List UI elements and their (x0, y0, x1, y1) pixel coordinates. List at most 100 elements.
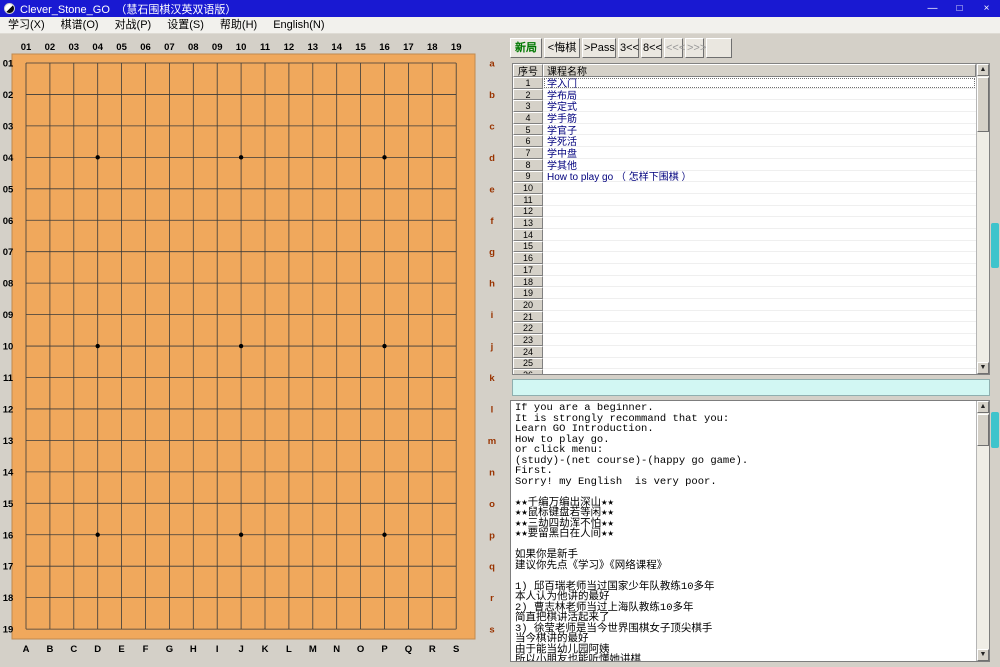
svg-text:B: B (46, 644, 53, 655)
course-name[interactable] (543, 182, 976, 194)
course-name[interactable]: 学布局 (543, 89, 976, 101)
course-name[interactable] (543, 194, 976, 206)
table-row[interactable]: 1学入门 (513, 77, 976, 89)
table-row[interactable]: 3学定式 (513, 100, 976, 112)
course-name[interactable]: 学入门 (543, 77, 976, 89)
course-name[interactable] (543, 346, 976, 358)
svg-text:H: H (190, 644, 197, 655)
info-line: ★★鼠标键盘若等闲★★ (515, 508, 973, 519)
table-row[interactable]: 15 (513, 241, 976, 253)
course-name[interactable] (543, 311, 976, 323)
svg-text:06: 06 (140, 42, 151, 53)
menu-item-english[interactable]: English(N) (265, 17, 332, 33)
outer-scroll-thumb[interactable] (991, 412, 999, 448)
outer-scrollbar-top[interactable] (990, 63, 1000, 375)
course-name[interactable] (543, 264, 976, 276)
course-name[interactable]: 学定式 (543, 100, 976, 112)
table-row[interactable]: 9How to play go （ 怎样下围棋 ） (513, 171, 976, 183)
svg-text:03: 03 (69, 42, 80, 53)
course-name[interactable] (543, 369, 976, 375)
table-row[interactable]: 26 (513, 369, 976, 375)
header-course-name[interactable]: 课程名称 (543, 64, 976, 77)
table-scrollbar[interactable]: ▲ ▼ (976, 64, 989, 374)
table-row[interactable]: 19 (513, 287, 976, 299)
table-row[interactable]: 14 (513, 229, 976, 241)
svg-text:j: j (490, 342, 494, 353)
course-name[interactable] (543, 322, 976, 334)
course-name[interactable] (543, 252, 976, 264)
table-row[interactable]: 18 (513, 276, 976, 288)
table-row[interactable]: 17 (513, 264, 976, 276)
back-8-button[interactable]: 8<< (641, 38, 662, 58)
outer-scrollbar-bottom[interactable] (990, 400, 1000, 662)
message-bar[interactable] (512, 379, 990, 396)
svg-text:15: 15 (3, 499, 14, 510)
back-3-button[interactable]: 3<< (618, 38, 639, 58)
course-name[interactable] (543, 287, 976, 299)
table-row[interactable]: 11 (513, 194, 976, 206)
course-name[interactable]: 学中盘 (543, 147, 976, 159)
table-row[interactable]: 12 (513, 206, 976, 218)
scroll-down-icon[interactable]: ▼ (977, 362, 989, 374)
scroll-thumb[interactable] (977, 414, 989, 446)
scroll-up-icon[interactable]: ▲ (977, 64, 989, 76)
table-row[interactable]: 2学布局 (513, 89, 976, 101)
table-row[interactable]: 22 (513, 322, 976, 334)
spare-button[interactable] (706, 38, 732, 58)
table-row[interactable]: 24 (513, 346, 976, 358)
table-row[interactable]: 7学中盘 (513, 147, 976, 159)
to-end-button[interactable]: >>> (685, 38, 704, 58)
table-row[interactable]: 21 (513, 311, 976, 323)
svg-text:01: 01 (21, 42, 32, 53)
scroll-thumb[interactable] (977, 77, 989, 132)
menu-item-play[interactable]: 对战(P) (107, 17, 160, 33)
scroll-up-icon[interactable]: ▲ (977, 401, 989, 413)
course-name[interactable] (543, 241, 976, 253)
scroll-down-icon[interactable]: ▼ (977, 649, 989, 661)
table-row[interactable]: 23 (513, 334, 976, 346)
svg-text:A: A (23, 644, 30, 655)
course-name[interactable]: 学手筋 (543, 112, 976, 124)
undo-button[interactable]: <悔棋 (544, 38, 580, 58)
table-row[interactable]: 20 (513, 299, 976, 311)
table-row[interactable]: 5学官子 (513, 124, 976, 136)
menu-item-help[interactable]: 帮助(H) (212, 17, 265, 33)
svg-text:E: E (118, 644, 124, 655)
to-start-button[interactable]: <<< (664, 38, 683, 58)
course-name[interactable] (543, 358, 976, 370)
course-name[interactable]: 学官子 (543, 124, 976, 136)
menu-item-kifu[interactable]: 棋谱(O) (53, 17, 107, 33)
svg-text:04: 04 (92, 42, 103, 53)
go-board[interactable]: 0102030405060708091011121314151617181901… (0, 34, 505, 666)
menu-item-settings[interactable]: 设置(S) (159, 17, 212, 33)
svg-text:M: M (309, 644, 317, 655)
table-row[interactable]: 10 (513, 182, 976, 194)
info-scrollbar[interactable]: ▲ ▼ (976, 401, 989, 661)
table-row[interactable]: 16 (513, 252, 976, 264)
table-row[interactable]: 13 (513, 217, 976, 229)
menu-item-study[interactable]: 学习(X) (0, 17, 53, 33)
header-no[interactable]: 序号 (513, 64, 543, 77)
course-name[interactable]: 学死活 (543, 135, 976, 147)
course-name[interactable] (543, 217, 976, 229)
maximize-button[interactable]: □ (946, 0, 973, 17)
new-game-button[interactable]: 新局 (510, 38, 542, 58)
close-button[interactable]: × (973, 0, 1000, 17)
row-number: 13 (513, 217, 543, 229)
course-name[interactable] (543, 299, 976, 311)
svg-text:C: C (70, 644, 77, 655)
course-name[interactable]: How to play go （ 怎样下围棋 ） (543, 171, 976, 183)
course-name[interactable] (543, 276, 976, 288)
course-name[interactable] (543, 206, 976, 218)
course-name[interactable] (543, 334, 976, 346)
outer-scroll-thumb[interactable] (991, 223, 999, 268)
table-row[interactable]: 25 (513, 358, 976, 370)
pass-button[interactable]: >Pass (582, 38, 616, 58)
course-name[interactable] (543, 229, 976, 241)
info-line: 简直把棋讲活起来了 (515, 613, 973, 624)
svg-text:14: 14 (3, 467, 14, 478)
row-number: 21 (513, 311, 543, 323)
table-row[interactable]: 4学手筋 (513, 112, 976, 124)
table-row[interactable]: 6学死活 (513, 135, 976, 147)
minimize-button[interactable]: — (919, 0, 946, 17)
